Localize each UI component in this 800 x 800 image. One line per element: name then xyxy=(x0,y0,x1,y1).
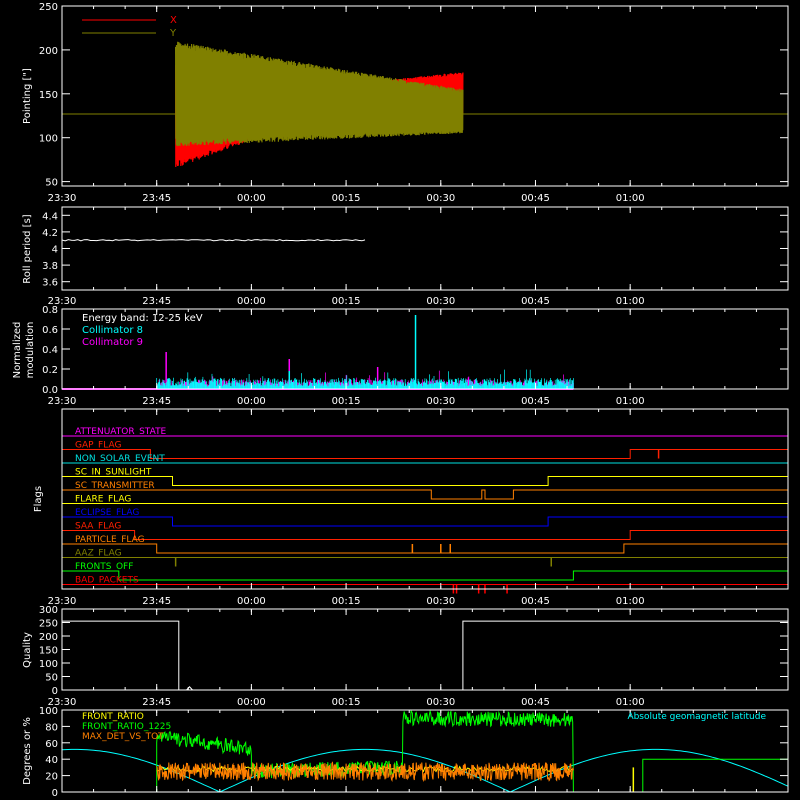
ratios-annotation-geomag: Absolute geomagnetic latitude xyxy=(627,712,766,722)
quality-ylabel: Quality xyxy=(22,632,33,668)
modulation-ylabel-line1: Normalized xyxy=(12,322,23,379)
modulation-xtick-label: 00:30 xyxy=(426,396,455,407)
ratios-ytick-label: 80 xyxy=(45,722,58,733)
roll-ytick-label: 3.6 xyxy=(42,278,58,289)
modulation-xtick-label: 00:45 xyxy=(521,396,550,407)
ratios-ytick-label: 20 xyxy=(45,772,58,783)
modulation-ytick-label: 0.8 xyxy=(42,305,58,316)
roll-ytick-label: 4.2 xyxy=(42,228,58,239)
modulation-gap-mark xyxy=(388,382,391,389)
roll-xtick-label: 23:45 xyxy=(142,296,171,307)
modulation-legend-c9: Collimator 9 xyxy=(82,337,143,348)
modulation-ytick-label: 0.0 xyxy=(42,385,58,396)
modulation-gap-mark xyxy=(334,382,337,389)
pointing-xtick-label: 23:45 xyxy=(142,193,171,204)
modulation-gap-mark xyxy=(442,382,445,389)
modulation-xtick-label: 00:00 xyxy=(237,396,266,407)
quality-xtick-label: 23:45 xyxy=(142,697,171,708)
modulation-ytick-label: 0.4 xyxy=(42,345,58,356)
quality-ytick-label: 200 xyxy=(39,632,58,643)
modulation-ytick-label: 0.2 xyxy=(42,365,58,376)
quality-xtick-label: 00:00 xyxy=(237,697,266,708)
flags-xtick-label: 00:30 xyxy=(426,596,455,607)
roll-xtick-label: 00:00 xyxy=(237,296,266,307)
quality-xtick-label: 01:00 xyxy=(616,697,645,708)
modulation-legend-c8: Collimator 8 xyxy=(82,325,143,336)
quality-xtick-label: 00:30 xyxy=(426,697,455,708)
ratios-ytick-label: 0 xyxy=(52,788,58,799)
roll-ylabel: Roll period [s] xyxy=(22,214,33,283)
modulation-xtick-label: 01:00 xyxy=(616,396,645,407)
modulation-ylabel-line2: modulation xyxy=(25,322,36,379)
modulation-gap-mark xyxy=(399,382,402,389)
pointing-ylabel: Pointing ["] xyxy=(22,68,33,124)
flags-xtick-label: 00:00 xyxy=(237,596,266,607)
pointing-xtick-label: 01:00 xyxy=(616,193,645,204)
modulation-xtick-label: 23:45 xyxy=(142,396,171,407)
legend-y-label: Y xyxy=(169,28,177,39)
flags-xtick-label: 00:45 xyxy=(521,596,550,607)
roll-xtick-label: 00:15 xyxy=(332,296,361,307)
roll-xtick-label: 00:45 xyxy=(521,296,550,307)
ratios-ytick-label: 60 xyxy=(45,739,58,750)
roll-ytick-label: 4 xyxy=(52,245,58,256)
modulation-xtick-label: 23:30 xyxy=(48,396,77,407)
chart-figure: 50100150200250 23:30 23:45 00:00 00:15 00:30… xyxy=(0,0,800,800)
pointing-xtick-label: 00:30 xyxy=(426,193,455,204)
flags-xtick-label: 01:00 xyxy=(616,596,645,607)
pointing-xtick-label: 00:45 xyxy=(521,193,550,204)
ratios-legend-max-det: MAX_DET_VS_TOT xyxy=(82,732,164,742)
modulation-gap-mark xyxy=(484,382,487,389)
modulation-gap-mark xyxy=(506,382,509,389)
ratios-ylabel: Degrees or % xyxy=(22,717,33,785)
flags-ylabel: Flags xyxy=(33,486,44,512)
roll-ytick-label: 3.8 xyxy=(42,261,58,272)
pointing-xtick-label: 00:15 xyxy=(332,193,361,204)
pointing-ytick-label: 100 xyxy=(39,134,58,145)
modulation-xtick-label: 00:15 xyxy=(332,396,361,407)
quality-ytick-label: 250 xyxy=(39,619,58,630)
modulation-ytick-label: 0.6 xyxy=(42,325,58,336)
pointing-ytick-label: 250 xyxy=(39,2,58,13)
roll-ytick-label: 4.4 xyxy=(42,211,58,222)
quality-ytick-label: 0 xyxy=(52,686,58,697)
pointing-ytick-label: 200 xyxy=(39,46,58,57)
ratios-ytick-label: 40 xyxy=(45,755,58,766)
pointing-xtick-label: 23:30 xyxy=(48,193,77,204)
quality-ytick-label: 300 xyxy=(39,605,58,616)
roll-xtick-label: 01:00 xyxy=(616,296,645,307)
modulation-gap-mark xyxy=(356,382,359,389)
quality-xtick-label: 00:45 xyxy=(521,697,550,708)
pointing-ytick-label: 150 xyxy=(39,90,58,101)
roll-xtick-label: 00:30 xyxy=(426,296,455,307)
modulation-gap-mark xyxy=(527,382,530,389)
quality-xtick-label: 00:15 xyxy=(332,697,361,708)
ratios-ytick-label: 100 xyxy=(39,706,58,717)
pointing-xtick-label: 00:00 xyxy=(237,193,266,204)
modulation-gap-mark xyxy=(538,382,541,389)
quality-ytick-label: 50 xyxy=(45,673,58,684)
modulation-gap-mark xyxy=(517,382,520,389)
flags-xtick-label: 00:15 xyxy=(332,596,361,607)
modulation-gap-mark xyxy=(291,382,294,389)
flags-xtick-label: 23:45 xyxy=(142,596,171,607)
modulation-gap-mark xyxy=(323,382,326,389)
quality-ytick-label: 100 xyxy=(39,659,58,670)
ratios-legend-front-ratio: FRONT_RATIO xyxy=(82,712,144,722)
legend-x-label: X xyxy=(170,15,177,26)
pointing-ytick-label: 50 xyxy=(45,178,58,189)
modulation-energy-band: Energy band: 12-25 keV xyxy=(82,313,203,324)
ratios-legend-front-ratio-1225: FRONT_RATIO_1225 xyxy=(82,722,171,732)
quality-ytick-label: 150 xyxy=(39,646,58,657)
